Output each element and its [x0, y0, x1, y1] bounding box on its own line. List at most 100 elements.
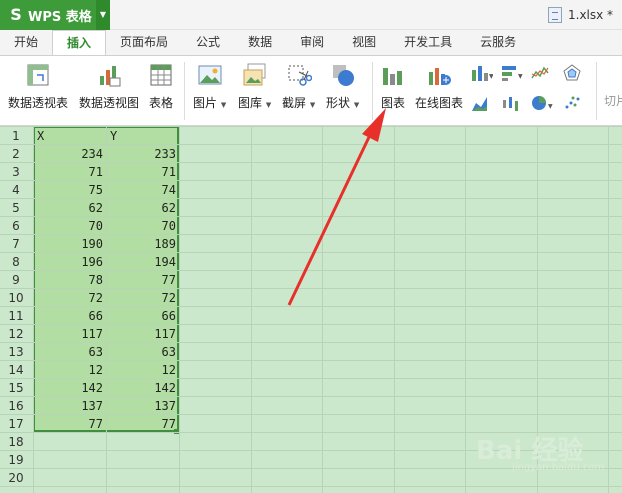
row-number[interactable]: 13 — [0, 343, 32, 361]
tab-home[interactable]: 开始 — [0, 30, 52, 55]
cell-y-value[interactable]: 66 — [108, 307, 176, 325]
slicer-button[interactable]: 切片 — [604, 92, 622, 109]
tab-review[interactable]: 审阅 — [286, 30, 338, 55]
column-gridline — [465, 126, 466, 493]
column-gridline — [251, 126, 252, 493]
area-chart-icon[interactable] — [471, 94, 493, 112]
table-button[interactable]: 表格 — [148, 62, 174, 111]
file-name: 1.xlsx * — [568, 8, 614, 22]
cell-x-value[interactable]: 66 — [35, 307, 103, 325]
file-tab[interactable]: 1.xlsx * — [548, 0, 613, 30]
row-number[interactable]: 17 — [0, 415, 32, 433]
row-number[interactable]: 8 — [0, 253, 32, 271]
app-menu-button[interactable]: S WPS 表格 ▼ — [0, 0, 110, 30]
row-number[interactable]: 7 — [0, 235, 32, 253]
row-number[interactable]: 19 — [0, 451, 32, 469]
cell-y-value[interactable]: 63 — [108, 343, 176, 361]
cell-x-value[interactable]: 190 — [35, 235, 103, 253]
column-chart-icon[interactable]: ▼ — [471, 64, 493, 82]
cell-x-value[interactable]: 77 — [35, 415, 103, 433]
cell-y-value[interactable]: 71 — [108, 163, 176, 181]
cell-y-value[interactable]: 77 — [108, 271, 176, 289]
svg-text:▼: ▼ — [489, 73, 493, 80]
row-number[interactable]: 9 — [0, 271, 32, 289]
header-cell-x[interactable]: X — [37, 127, 44, 145]
gallery-button[interactable]: 图库 ▼ — [238, 62, 271, 111]
cell-x-value[interactable]: 71 — [35, 163, 103, 181]
row-number[interactable]: 3 — [0, 163, 32, 181]
row-number[interactable]: 5 — [0, 199, 32, 217]
radar-chart-icon[interactable] — [563, 64, 585, 82]
tab-formulas[interactable]: 公式 — [182, 30, 234, 55]
row-number[interactable]: 2 — [0, 145, 32, 163]
scatter-chart-icon[interactable] — [563, 94, 585, 112]
cell-y-value[interactable]: 189 — [108, 235, 176, 253]
cell-x-value[interactable]: 117 — [35, 325, 103, 343]
cell-y-value[interactable]: 70 — [108, 217, 176, 235]
row-number[interactable]: 11 — [0, 307, 32, 325]
cell-y-value[interactable]: 12 — [108, 361, 176, 379]
row-number[interactable]: 1 — [0, 127, 32, 145]
table-label: 表格 — [148, 96, 173, 110]
tab-developer[interactable]: 开发工具 — [390, 30, 466, 55]
cell-y-value[interactable]: 142 — [108, 379, 176, 397]
spreadsheet-file-icon — [548, 7, 562, 23]
screenshot-button[interactable]: 截屏 ▼ — [282, 62, 315, 111]
app-dropdown-icon[interactable]: ▼ — [96, 0, 110, 30]
row-number[interactable]: 15 — [0, 379, 32, 397]
wps-logo-icon: S — [10, 5, 22, 24]
line-chart-icon[interactable] — [531, 64, 553, 82]
row-gridline — [0, 486, 622, 487]
pivot-chart-button[interactable]: 数据透视图 — [79, 62, 139, 111]
cell-y-value[interactable]: 194 — [108, 253, 176, 271]
cell-x-value[interactable]: 234 — [35, 145, 103, 163]
cell-y-value[interactable]: 74 — [108, 181, 176, 199]
cell-x-value[interactable]: 12 — [35, 361, 103, 379]
header-cell-y[interactable]: Y — [110, 127, 117, 145]
column-gridline — [322, 126, 323, 493]
tab-page-layout[interactable]: 页面布局 — [106, 30, 182, 55]
picture-button[interactable]: 图片 ▼ — [193, 62, 226, 111]
stock-chart-icon[interactable] — [501, 94, 523, 112]
cell-x-value[interactable]: 63 — [35, 343, 103, 361]
row-number[interactable]: 12 — [0, 325, 32, 343]
cell-x-value[interactable]: 137 — [35, 397, 103, 415]
tab-data[interactable]: 数据 — [234, 30, 286, 55]
bar-chart-horizontal-icon[interactable]: ▼ — [501, 64, 523, 82]
shape-button[interactable]: 形状 ▼ — [326, 62, 359, 111]
tab-insert[interactable]: 插入 — [52, 30, 107, 55]
ribbon-insert: 数据透视表 数据透视图 表格 图片 ▼ 图库 ▼ 截屏 ▼ 形状 ▼ 图表 在线… — [0, 55, 622, 126]
row-number[interactable]: 14 — [0, 361, 32, 379]
cell-x-value[interactable]: 196 — [35, 253, 103, 271]
online-chart-button[interactable]: 在线图表 — [415, 62, 463, 111]
row-number[interactable]: 4 — [0, 181, 32, 199]
screenshot-label: 截屏 ▼ — [282, 96, 316, 110]
chart-button[interactable]: 图表 — [380, 62, 406, 111]
row-number[interactable]: 16 — [0, 397, 32, 415]
cell-y-value[interactable]: 77 — [108, 415, 176, 433]
row-number[interactable]: 10 — [0, 289, 32, 307]
cell-x-value[interactable]: 142 — [35, 379, 103, 397]
gallery-icon — [243, 63, 266, 86]
row-number[interactable]: 18 — [0, 433, 32, 451]
cell-y-value[interactable]: 233 — [108, 145, 176, 163]
tab-view[interactable]: 视图 — [338, 30, 390, 55]
row-number[interactable]: 20 — [0, 469, 32, 487]
cell-x-value[interactable]: 72 — [35, 289, 103, 307]
cell-y-value[interactable]: 117 — [108, 325, 176, 343]
app-name: WPS 表格 — [28, 9, 92, 25]
pie-chart-icon[interactable]: ▼ — [531, 94, 553, 112]
cell-y-value[interactable]: 72 — [108, 289, 176, 307]
cell-y-value[interactable]: 137 — [108, 397, 176, 415]
chart-label: 图表 — [380, 96, 405, 110]
cell-x-value[interactable]: 75 — [35, 181, 103, 199]
tab-cloud[interactable]: 云服务 — [466, 30, 530, 55]
ribbon-separator — [372, 62, 373, 120]
row-number[interactable]: 6 — [0, 217, 32, 235]
cell-y-value[interactable]: 62 — [108, 199, 176, 217]
cell-x-value[interactable]: 78 — [35, 271, 103, 289]
pivot-table-button[interactable]: 数据透视表 — [8, 62, 68, 111]
cell-x-value[interactable]: 70 — [35, 217, 103, 235]
cell-x-value[interactable]: 62 — [35, 199, 103, 217]
gallery-label: 图库 ▼ — [238, 96, 272, 110]
